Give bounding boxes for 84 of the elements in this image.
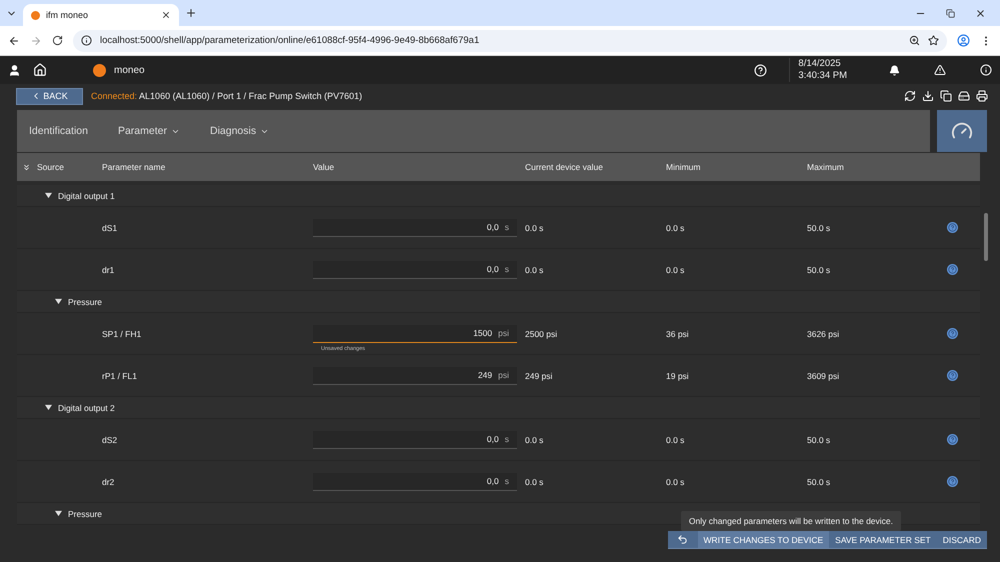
close-icon[interactable] [161,10,171,20]
group-label: Digital output 1 [58,190,115,200]
minimum-value: 0.0 s [666,222,686,232]
copy-icon[interactable] [940,90,952,102]
nav-tab[interactable]: Identification [29,125,88,137]
value-field[interactable]: 0,0 s [313,218,517,236]
time-text: 3:40:34 PM [798,70,847,82]
value-field[interactable]: 1500 psi [313,324,517,342]
maximum-value: 50.0 s [807,476,832,486]
parameter-name: dr1 [102,264,116,274]
undo-icon [677,534,688,545]
back-button[interactable]: BACK [16,88,83,104]
warning-icon[interactable] [934,64,946,76]
current-value: 0.0 s [525,434,544,444]
breadcrumb-path: AL1060 (AL1060) / Port 1 / Frac Pump Switch (PV7601) [139,91,362,101]
date-text: 8/14/2025 [798,58,842,70]
current-value: 249 psi [525,370,554,380]
back-arrow-icon[interactable] [8,34,20,46]
user-icon[interactable] [8,64,21,76]
maximum-value: 50.0 s [807,264,832,274]
tooltip: Only changed parameters will be written to the device. [680,511,901,531]
column-header: Current device value [525,162,603,172]
column-header: Source [37,162,64,172]
maximum-value: 3609 psi [807,370,840,380]
collapse-all-icon[interactable] [22,162,31,172]
minimum-value: 0.0 s [666,264,686,274]
value-field[interactable]: 0,0 s [313,260,517,278]
brand-name: moneo [114,64,145,76]
address-bar[interactable]: localhost:5000/shell/app/parameterization/online/e61088cf-95f4-4996-9e49-8b668af679a1 [73,30,947,52]
expand-caret-icon[interactable] [55,510,62,517]
parameter-name: dr2 [102,476,116,486]
profile-icon[interactable] [957,34,970,47]
new-tab-icon[interactable] [185,7,197,19]
print-icon[interactable] [976,90,988,102]
site-info-icon[interactable] [81,35,92,46]
refresh-icon[interactable] [904,90,916,102]
column-header: Parameter name [102,162,166,172]
current-value: 2500 psi [525,328,558,338]
maximum-value: 50.0 s [807,222,832,232]
parameter-name: dS1 [102,222,118,232]
current-value: 0.0 s [525,264,544,274]
minimum-value: 0.0 s [666,434,686,444]
group-label: Digital output 2 [58,402,115,412]
info-icon[interactable] [980,64,992,76]
bell-icon[interactable] [889,64,900,76]
star-icon[interactable] [928,35,939,46]
reload-icon[interactable] [52,35,63,46]
action-button[interactable]: WRITE CHANGES TO DEVICE [698,531,830,548]
maximum-value: 50.0 s [807,434,832,444]
column-header: Maximum [807,162,844,172]
value-field[interactable]: 249 psi [313,366,517,384]
logo-icon [93,64,106,76]
minimum-value: 36 psi [666,328,690,338]
action-button[interactable]: SAVE PARAMETER SET [829,531,937,548]
gauge-button[interactable] [937,110,987,152]
nav-tab[interactable]: Diagnosis [210,125,270,137]
restore-icon[interactable] [946,8,955,18]
parameter-name: rP1 / FL1 [102,370,138,380]
minimum-value: 19 psi [666,370,690,380]
parameter-name: dS2 [102,434,118,444]
nav-tab[interactable]: Parameter [118,125,180,137]
action-button[interactable]: DISCARD [936,531,987,548]
download-icon[interactable] [922,90,934,102]
current-value: 0.0 s [525,222,544,232]
connection-status: Connected: [91,91,138,101]
value-field[interactable]: 0,0 s [313,430,517,448]
browser-tab[interactable]: ifm moneo [23,4,179,26]
group-label: Pressure [68,296,102,306]
zoom-icon[interactable] [909,35,920,46]
group-label: Pressure [68,508,102,518]
maximum-value: 3626 psi [807,328,840,338]
minimum-value: 0.0 s [666,476,686,486]
close-icon[interactable] [975,8,986,18]
favicon-icon [31,10,40,20]
expand-caret-icon[interactable] [45,404,52,411]
value-field[interactable]: 0,0 s [313,472,517,490]
current-value: 0.0 s [525,476,544,486]
parameter-name: SP1 / FH1 [102,328,142,338]
expand-caret-icon[interactable] [55,298,62,305]
save-icon[interactable] [958,90,970,102]
column-header: Minimum [666,162,700,172]
expand-caret-icon[interactable] [45,192,52,199]
home-icon[interactable] [33,63,47,77]
column-header: Value [313,162,334,172]
